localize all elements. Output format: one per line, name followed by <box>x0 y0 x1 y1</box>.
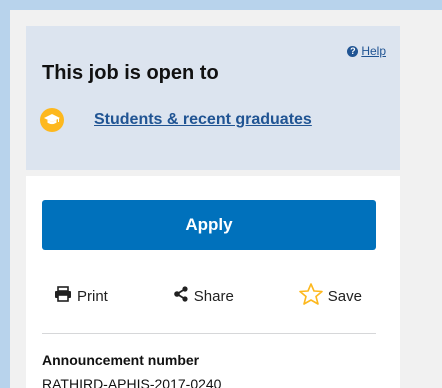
star-icon <box>298 283 323 309</box>
hiring-path-row: Students & recent graduates <box>40 108 312 132</box>
save-label: Save <box>327 287 362 305</box>
print-label: Print <box>77 287 108 305</box>
apply-button[interactable]: Apply <box>42 200 376 250</box>
question-circle-icon: ? <box>347 45 359 57</box>
help-label: Help <box>361 44 386 58</box>
action-card: Apply Print Share Save Announcement numb… <box>26 176 400 388</box>
save-button[interactable]: Save <box>298 283 362 309</box>
share-icon <box>173 286 189 306</box>
open-to-title: This job is open to <box>42 62 219 84</box>
tools-row: Print Share Save <box>42 283 376 309</box>
announcement-label: Announcement number <box>42 352 200 368</box>
hiring-path-link[interactable]: Students & recent graduates <box>94 111 312 129</box>
sidebar-frame: ? Help This job is open to Students & re… <box>10 10 442 388</box>
share-button[interactable]: Share <box>173 286 234 306</box>
help-link[interactable]: ? Help <box>347 44 386 58</box>
announcement-value: RATHIRD-APHIS-2017-0240 <box>42 376 222 388</box>
open-to-panel: ? Help This job is open to Students & re… <box>26 26 400 170</box>
graduation-cap-icon <box>40 108 64 132</box>
print-icon <box>54 286 72 306</box>
share-label: Share <box>193 287 234 305</box>
print-button[interactable]: Print <box>54 286 108 306</box>
divider <box>42 333 376 334</box>
